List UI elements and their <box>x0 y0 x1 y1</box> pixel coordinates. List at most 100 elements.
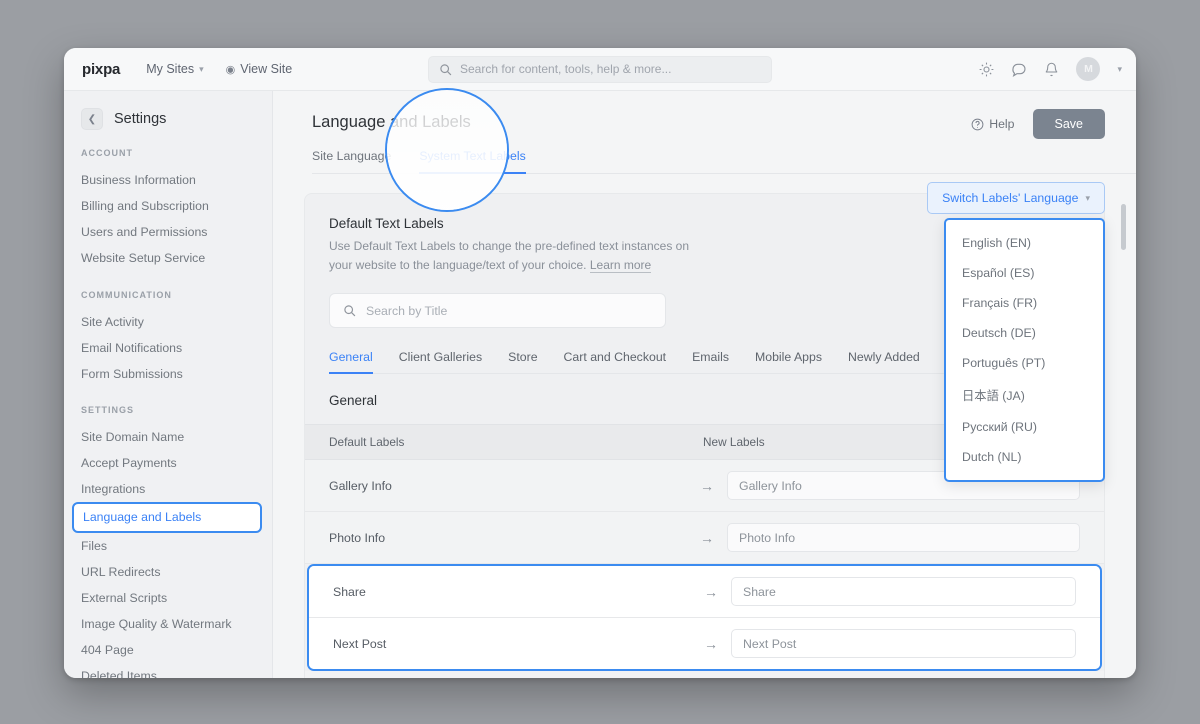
sidebar: ❮ Settings ACCOUNT Business Information … <box>64 91 273 678</box>
search-by-title-placeholder: Search by Title <box>366 303 448 318</box>
global-search-placeholder: Search for content, tools, help & more..… <box>460 62 672 76</box>
language-option-nl[interactable]: Dutch (NL) <box>946 442 1103 472</box>
avatar[interactable]: M <box>1076 57 1101 81</box>
new-label-cell <box>731 629 1076 659</box>
sun-icon[interactable] <box>979 62 994 77</box>
chevron-down-icon[interactable]: ▾ <box>1117 64 1122 75</box>
top-nav: My Sites ▾ ◉ View Site <box>146 62 292 76</box>
table-row: Previous Post → <box>305 671 1104 678</box>
tab-emails[interactable]: Emails <box>692 350 729 374</box>
sidebar-item-deleted-items[interactable]: Deleted Items <box>64 663 272 678</box>
app-window: pixpa My Sites ▾ ◉ View Site Search for … <box>64 48 1136 678</box>
message-icon[interactable] <box>1011 61 1027 77</box>
sidebar-item-email-notifications[interactable]: Email Notifications <box>64 335 272 361</box>
sidebar-item-billing-and-subscription[interactable]: Billing and Subscription <box>64 193 272 219</box>
sidebar-group-account: ACCOUNT Business Information Billing and… <box>64 148 272 272</box>
tab-newly-added[interactable]: Newly Added <box>848 350 920 374</box>
back-button[interactable]: ❮ <box>81 108 103 130</box>
language-option-de[interactable]: Deutsch (DE) <box>946 318 1103 348</box>
table-row: Next Post → <box>309 618 1100 670</box>
tab-cart-and-checkout[interactable]: Cart and Checkout <box>564 350 667 374</box>
language-option-en[interactable]: English (EN) <box>946 228 1103 258</box>
search-by-title-input[interactable]: Search by Title <box>329 293 666 329</box>
sidebar-item-image-quality-watermark[interactable]: Image Quality & Watermark <box>64 611 272 637</box>
new-label-input[interactable] <box>731 577 1076 607</box>
sidebar-item-language-and-labels[interactable]: Language and Labels <box>72 502 262 533</box>
arrow-right-icon: → <box>700 477 714 494</box>
language-option-es[interactable]: Español (ES) <box>946 258 1103 288</box>
sidebar-item-accept-payments[interactable]: Accept Payments <box>64 450 272 476</box>
new-label-input[interactable] <box>727 523 1080 553</box>
tab-mobile-apps[interactable]: Mobile Apps <box>755 350 822 374</box>
table-row: Share → <box>309 566 1100 619</box>
chevron-down-icon: ▾ <box>199 63 204 74</box>
sidebar-item-business-information[interactable]: Business Information <box>64 167 272 193</box>
highlighted-rows-group: Share → Next Post → <box>307 564 1102 672</box>
nav-my-sites[interactable]: My Sites ▾ <box>146 62 203 76</box>
arrow-right-icon: → <box>700 529 714 546</box>
pixpa-logo[interactable]: pixpa <box>82 61 120 78</box>
tab-client-galleries[interactable]: Client Galleries <box>399 350 482 374</box>
arrow-right-icon: → <box>704 583 718 600</box>
desktop-backdrop: pixpa My Sites ▾ ◉ View Site Search for … <box>0 0 1200 724</box>
default-label-value: Share <box>333 584 366 599</box>
sidebar-item-site-activity[interactable]: Site Activity <box>64 309 272 335</box>
language-option-pt[interactable]: Português (PT) <box>946 348 1103 378</box>
learn-more-link[interactable]: Learn more <box>589 257 652 273</box>
card-description: Use Default Text Labels to change the pr… <box>329 237 689 274</box>
eye-icon: ◉ <box>225 63 236 76</box>
new-label-input[interactable] <box>731 629 1076 659</box>
sidebar-item-external-scripts[interactable]: External Scripts <box>64 585 272 611</box>
bell-icon[interactable] <box>1044 62 1059 77</box>
table-row: Photo Info → <box>305 512 1104 565</box>
sidebar-title: Settings <box>114 111 167 127</box>
language-option-ru[interactable]: Русский (RU) <box>946 412 1103 442</box>
sidebar-item-url-redirects[interactable]: URL Redirects <box>64 559 272 585</box>
language-option-fr[interactable]: Français (FR) <box>946 288 1103 318</box>
search-icon <box>344 305 356 317</box>
help-button[interactable]: Help <box>971 117 1015 131</box>
switch-labels-language-button[interactable]: Switch Labels' Language ▾ <box>927 182 1105 214</box>
sidebar-item-site-domain-name[interactable]: Site Domain Name <box>64 424 272 450</box>
chevron-down-icon: ▾ <box>1085 192 1090 203</box>
nav-view-site-label: View Site <box>240 62 293 76</box>
tab-system-text-labels[interactable]: System Text Labels <box>419 149 526 174</box>
sidebar-item-404-page[interactable]: 404 Page <box>64 637 272 663</box>
main-content: Language and Labels Site Language System… <box>273 91 1136 678</box>
main-header: Language and Labels Site Language System… <box>273 91 1136 174</box>
tab-site-language[interactable]: Site Language <box>312 149 391 174</box>
new-label-cell <box>727 523 1080 553</box>
language-dropdown-menu[interactable]: English (EN) Español (ES) Français (FR) … <box>944 218 1105 482</box>
nav-view-site[interactable]: ◉ View Site <box>226 62 293 76</box>
save-button[interactable]: Save <box>1032 109 1105 139</box>
sidebar-item-form-submissions[interactable]: Form Submissions <box>64 361 272 387</box>
global-search-input[interactable]: Search for content, tools, help & more..… <box>428 55 772 83</box>
nav-my-sites-label: My Sites <box>146 62 195 76</box>
sidebar-group-communication: COMMUNICATION Site Activity Email Notifi… <box>64 290 272 387</box>
sidebar-group-settings: SETTINGS Site Domain Name Accept Payment… <box>64 405 272 678</box>
tab-general[interactable]: General <box>329 350 373 375</box>
default-label-value: Next Post <box>333 636 387 651</box>
page-tabs: Site Language System Text Labels <box>312 149 1136 174</box>
window-body: ❮ Settings ACCOUNT Business Information … <box>64 91 1136 678</box>
switch-labels-language-label: Switch Labels' Language <box>942 191 1079 205</box>
sidebar-item-files[interactable]: Files <box>64 533 272 559</box>
scrollbar-thumb[interactable] <box>1121 204 1126 250</box>
top-bar-actions: M ▾ <box>979 57 1122 81</box>
new-label-cell <box>731 577 1076 607</box>
sidebar-item-website-setup-service[interactable]: Website Setup Service <box>64 245 272 271</box>
default-label-value: Photo Info <box>329 530 386 545</box>
sidebar-item-users-and-permissions[interactable]: Users and Permissions <box>64 219 272 245</box>
sidebar-header: ❮ Settings <box>64 103 272 148</box>
top-bar: pixpa My Sites ▾ ◉ View Site Search for … <box>64 48 1136 91</box>
sidebar-group-label: COMMUNICATION <box>81 289 172 300</box>
vertical-scrollbar[interactable] <box>1121 204 1126 678</box>
main-scroll-region: Default Text Labels Use Default Text Lab… <box>273 174 1136 678</box>
arrow-right-icon: → <box>704 635 718 652</box>
tab-store[interactable]: Store <box>508 350 537 374</box>
sidebar-item-integrations[interactable]: Integrations <box>64 476 272 502</box>
search-icon <box>440 63 452 75</box>
language-option-ja[interactable]: 日本語 (JA) <box>946 378 1103 412</box>
column-header-default-labels: Default Labels <box>329 435 405 450</box>
header-actions: Help Save <box>971 109 1105 139</box>
